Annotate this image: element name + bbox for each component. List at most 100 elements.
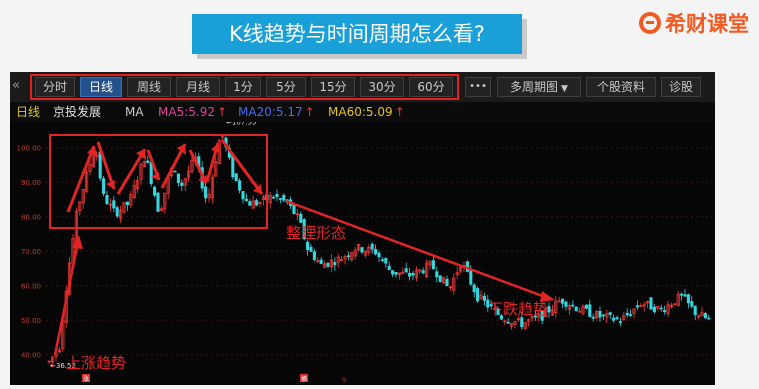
candle-body [472, 284, 476, 293]
tab-30min[interactable]: 30分 [360, 77, 404, 97]
candle-body [686, 294, 690, 304]
candle-body [707, 317, 711, 320]
candle-body [98, 151, 102, 179]
candle-body [105, 194, 109, 205]
candle-body [601, 314, 605, 317]
multi-period-dropdown[interactable]: 多周期图 ▼ [497, 77, 581, 97]
brand-logo-group: 希财课堂 [639, 8, 749, 38]
candle-body [292, 204, 296, 215]
candle-body [156, 192, 160, 212]
collapse-icon[interactable]: « [12, 78, 20, 93]
candle-body [241, 191, 245, 200]
candle-body [112, 200, 116, 209]
y-tick-label: 60.00 [21, 283, 41, 291]
candlestick-chart[interactable]: 100.00 90.00 80.00 70.00 60.00 50.00 40.00 [10, 122, 715, 385]
candle-body [374, 249, 378, 255]
tab-intraday[interactable]: 分时 [35, 77, 75, 97]
candle-body [380, 259, 384, 262]
candle-body [571, 304, 575, 307]
period-toolbar: « 分时 日线 周线 月线 1分 5分 15分 30分 60分 ••• 多周期图… [10, 72, 715, 102]
tab-daily[interactable]: 日线 [80, 77, 122, 97]
candle-body [584, 304, 588, 309]
candle-body [234, 173, 238, 181]
candle-body [244, 198, 248, 202]
candle-body [683, 294, 687, 297]
arrowheads [87, 143, 262, 194]
candle-body [125, 201, 129, 206]
candle-body [326, 262, 330, 267]
candle-body [346, 255, 350, 258]
period-label: 日线 [16, 105, 41, 119]
consolidation-box [49, 134, 268, 229]
candle-body [312, 251, 316, 261]
candle-body [649, 297, 653, 310]
candle-body [612, 317, 616, 321]
tab-weekly[interactable]: 周线 [127, 77, 171, 97]
candle-body [360, 247, 364, 253]
stock-info-button[interactable]: 个股资料 [586, 77, 656, 97]
candle-body [690, 301, 694, 307]
candle-body [438, 275, 442, 282]
tab-monthly[interactable]: 月线 [176, 77, 220, 97]
candle-body [652, 306, 656, 313]
candle-body [275, 193, 279, 198]
candle-body [115, 207, 119, 217]
y-tick-label: 100.00 [17, 145, 42, 153]
candle-body [411, 272, 415, 276]
candlestick-svg: 100.0090.0080.0070.0060.0050.0040.00 ←10… [17, 122, 715, 383]
tab-5min[interactable]: 5分 [266, 77, 306, 97]
candle-body [435, 271, 439, 278]
candle-body [272, 196, 276, 199]
event-marker-label: q [342, 376, 346, 383]
diagnose-button[interactable]: 诊股 [661, 77, 701, 97]
candle-body [615, 317, 619, 320]
candle-body [547, 306, 551, 313]
candle-body [149, 162, 153, 185]
candle-body [391, 270, 395, 275]
ma20-value: MA20:5.17 ↑ [238, 105, 315, 119]
candle-body [384, 258, 388, 264]
candle-body [578, 310, 582, 313]
candle-body [204, 186, 208, 199]
candle-body [561, 298, 565, 304]
candle-body [663, 310, 667, 312]
candle-body [153, 186, 157, 196]
candle-body [176, 173, 180, 183]
event-marker-label: 摘 [301, 375, 307, 383]
slide-title: K线趋势与时间周期怎么看? [192, 14, 522, 54]
candle-body [394, 272, 398, 275]
candle-body [445, 278, 449, 286]
candle-body [255, 200, 259, 206]
y-tick-label: 40.00 [21, 352, 41, 360]
candle-body [377, 252, 381, 258]
tab-1min[interactable]: 1分 [225, 77, 261, 97]
candle-body [506, 321, 510, 324]
up-arrow-icon: ↑ [394, 105, 405, 119]
ma-label: MA [125, 105, 144, 119]
more-button[interactable]: ••• [465, 77, 491, 97]
max-price-label: ←107.55 [226, 122, 256, 126]
tab-15min[interactable]: 15分 [311, 77, 355, 97]
candle-body [370, 243, 374, 250]
consolidation-label: 整理形态 [286, 224, 347, 242]
candle-body [659, 307, 663, 310]
candle-body [319, 259, 323, 264]
candle-body [598, 311, 602, 318]
caret-down-icon: ▼ [561, 84, 568, 94]
tab-60min[interactable]: 60分 [409, 77, 453, 97]
slide-background: K线趋势与时间周期怎么看? 希财课堂 « 分时 日线 周线 月线 1分 5分 1… [0, 0, 759, 389]
brand-e-icon [639, 12, 661, 34]
y-tick-label: 90.00 [21, 179, 41, 187]
ma5-value: MA5:5.92 ↑ [158, 105, 228, 119]
downtrend-label: 下跌趋势 [488, 300, 549, 318]
candle-body [278, 198, 282, 200]
candle-body [693, 305, 697, 316]
candle-body [282, 194, 286, 201]
up-arrow-icon: ↑ [304, 105, 315, 119]
indicator-bar: 日线 京投发展 MA MA5:5.92 ↑ MA20:5.17 ↑ MA60:5.0… [10, 102, 715, 122]
candle-body [408, 272, 412, 277]
uptrend-arrow-line [53, 241, 80, 356]
brand-name: 希财课堂 [665, 12, 749, 36]
candle-body [306, 241, 310, 250]
candle-body [618, 321, 622, 323]
